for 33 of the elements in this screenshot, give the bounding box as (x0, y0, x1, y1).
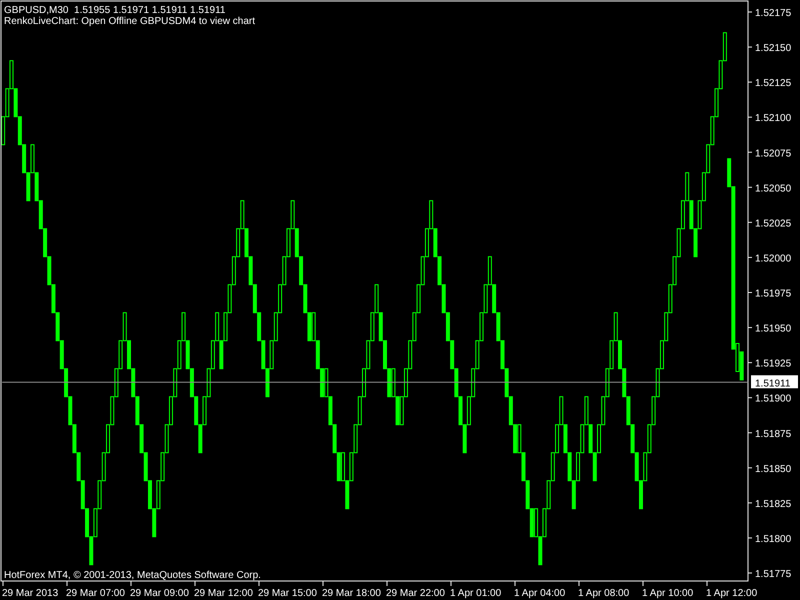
time-axis-tick: 29 Mar 12:00 (194, 580, 253, 599)
price-axis-tick: 1.51875 (748, 428, 792, 440)
price-axis-tick: 1.52025 (748, 218, 792, 230)
time-axis-tick: 1 Apr 01:00 (450, 580, 502, 599)
time-axis-tick: 29 Mar 09:00 (130, 580, 189, 599)
time-axis-tick: 1 Apr 12:00 (706, 580, 758, 599)
price-axis-tick: 1.51975 (748, 288, 792, 300)
price-axis-tick: 1.51825 (748, 498, 792, 510)
price-axis-tick: 1.52175 (748, 8, 792, 19)
current-price-label: 1.51911 (751, 375, 798, 390)
time-axis-tick: 29 Mar 2013 (2, 580, 58, 599)
time-axis-tick: 1 Apr 08:00 (578, 580, 630, 599)
price-axis-tick: 1.51900 (748, 394, 792, 405)
time-axis-tick: 29 Mar 15:00 (258, 580, 317, 599)
time-axis-tick: 29 Mar 22:00 (386, 580, 445, 599)
price-axis-tick: 1.52100 (748, 113, 792, 124)
time-axis-tick: 29 Mar 07:00 (66, 580, 125, 599)
time-axis-tick: 29 Mar 18:00 (322, 580, 381, 599)
price-axis-tick: 1.51800 (748, 534, 792, 545)
price-axis-tick: 1.51950 (748, 324, 792, 335)
price-axis-tick: 1.52150 (748, 43, 792, 54)
price-axis-tick: 1.52050 (748, 183, 792, 194)
symbol-quote-header: GBPUSD,M30 1.51955 1.51971 1.51911 1.51911 (4, 5, 226, 16)
price-axis-tick: 1.51775 (748, 569, 792, 580)
price-axis-tick: 1.51850 (748, 464, 792, 475)
price-axis-tick: 1.52075 (748, 148, 792, 160)
price-axis-tick: 1.52125 (748, 78, 792, 90)
copyright-footer: HotForex MT4, © 2001-2013, MetaQuotes Software Corp. (4, 570, 261, 581)
price-axis-tick: 1.52000 (748, 253, 792, 264)
indicator-comment: RenkoLiveChart: Open Offline GBPUSDM4 to view chart (4, 16, 256, 27)
time-axis-tick: 1 Apr 04:00 (514, 580, 566, 599)
time-axis-tick: 1 Apr 10:00 (642, 580, 694, 599)
price-axis-tick: 1.51925 (748, 358, 792, 370)
